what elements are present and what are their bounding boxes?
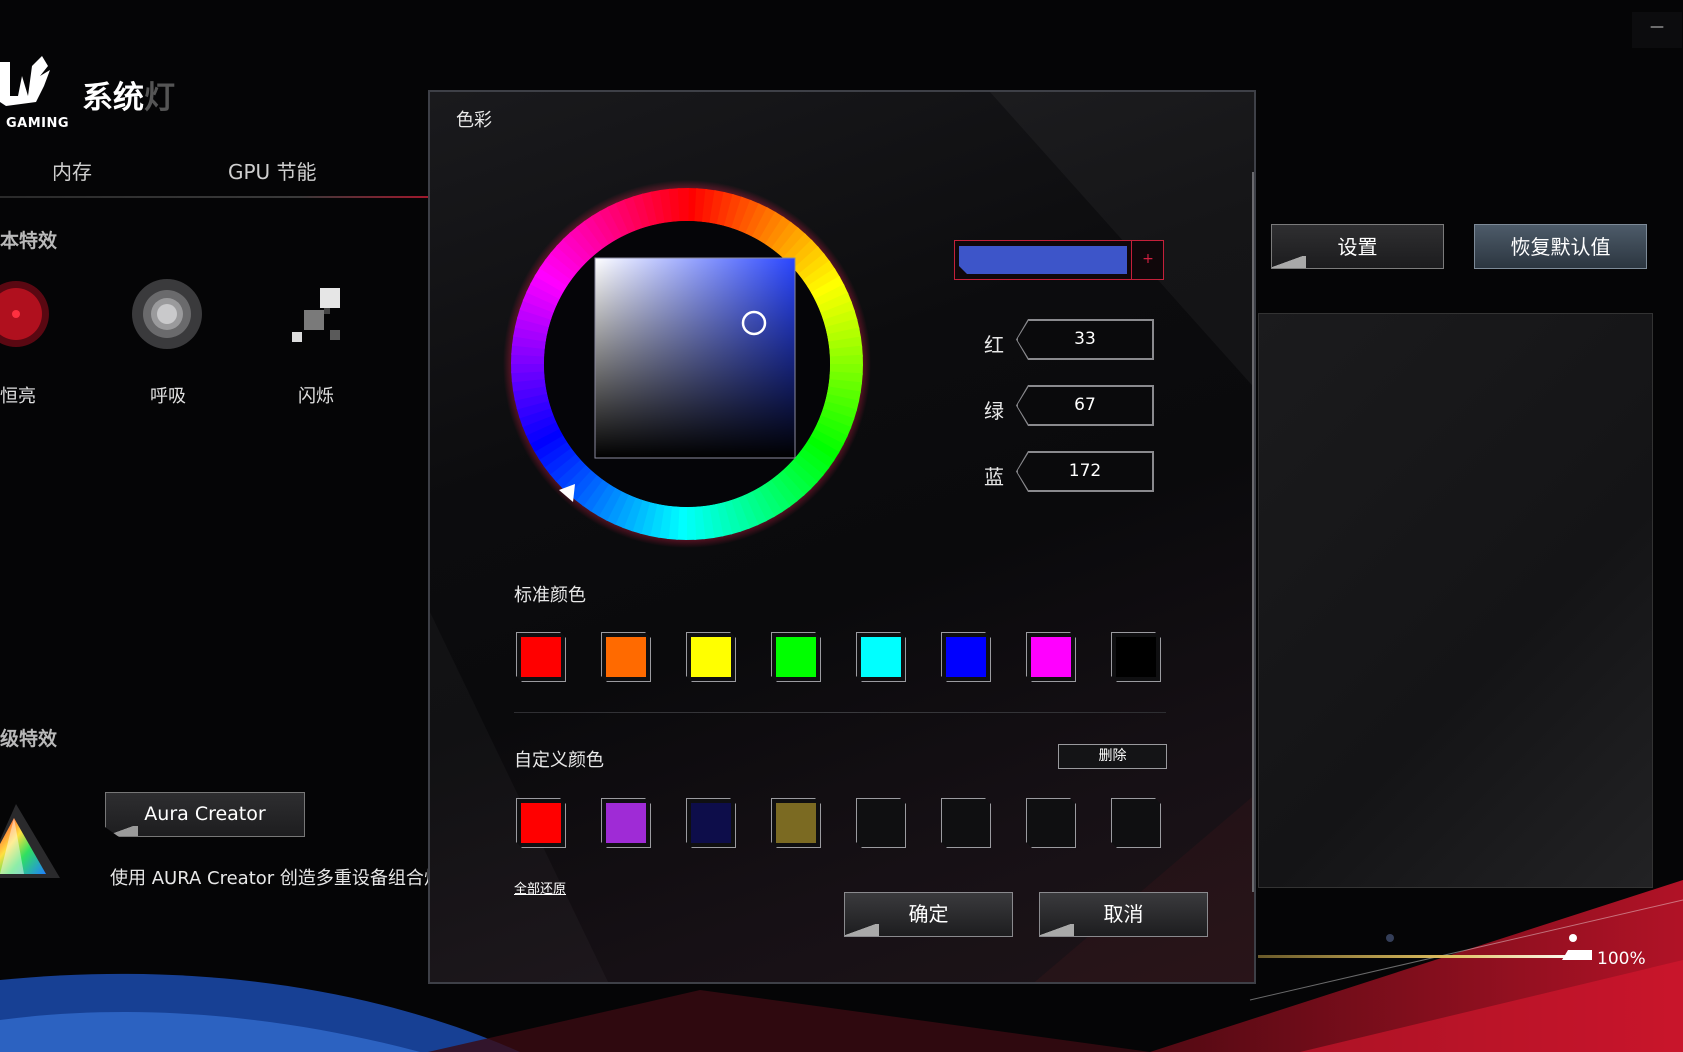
custom-color-swatch[interactable] xyxy=(516,798,566,848)
green-field[interactable]: 67 xyxy=(1017,386,1153,425)
red-field[interactable]: 33 xyxy=(1017,320,1153,359)
aura-creator-button[interactable]: Aura Creator xyxy=(105,792,305,837)
brightness-slider-track[interactable] xyxy=(1258,955,1580,958)
add-custom-color-button[interactable]: + xyxy=(1131,241,1164,279)
standard-color-swatch[interactable] xyxy=(1111,632,1161,682)
standard-color-swatch-color xyxy=(946,637,986,677)
effect-label-static: 恒亮 xyxy=(0,386,36,407)
standard-color-swatch[interactable] xyxy=(771,632,821,682)
section-divider xyxy=(514,712,1166,713)
custom-color-swatch-color xyxy=(776,803,816,843)
brightness-value: 100% xyxy=(1597,949,1646,969)
dialog-scrollbar[interactable] xyxy=(1252,172,1254,892)
saturation-square[interactable] xyxy=(594,257,796,459)
tab-divider xyxy=(0,196,428,198)
custom-color-swatch[interactable] xyxy=(941,798,991,848)
delete-button[interactable]: 删除 xyxy=(1058,744,1167,769)
standard-color-swatch-color xyxy=(1031,637,1071,677)
standard-color-swatch[interactable] xyxy=(686,632,736,682)
breathing-icon[interactable] xyxy=(130,278,204,352)
custom-color-swatch[interactable] xyxy=(856,798,906,848)
flash-icon[interactable] xyxy=(288,286,344,346)
aura-prism-icon xyxy=(0,804,60,878)
hue-segment xyxy=(677,188,689,222)
cancel-button[interactable]: 取消 xyxy=(1039,892,1208,937)
custom-colors-label: 自定义颜色 xyxy=(514,750,604,771)
color-wheel[interactable] xyxy=(503,180,871,548)
blue-field[interactable]: 172 xyxy=(1017,452,1153,491)
ok-button[interactable]: 确定 xyxy=(844,892,1013,937)
static-icon[interactable] xyxy=(0,278,52,350)
page-title: 系统灯 xyxy=(82,80,175,116)
tab-gpu-power-saving[interactable]: GPU 节能 xyxy=(228,156,317,185)
minimize-button[interactable]: — xyxy=(1632,12,1682,48)
color-preview: + xyxy=(954,240,1164,280)
blue-label: 蓝 xyxy=(984,465,1004,489)
standard-color-swatch-color xyxy=(606,637,646,677)
settings-button[interactable]: 设置 xyxy=(1271,224,1444,269)
custom-color-swatch[interactable] xyxy=(1111,798,1161,848)
standard-color-swatch[interactable] xyxy=(1026,632,1076,682)
dialog-title: 色彩 xyxy=(456,110,492,131)
custom-color-swatch[interactable] xyxy=(771,798,821,848)
selected-color-swatch xyxy=(959,246,1127,274)
tab-memory[interactable]: 内存 xyxy=(52,156,92,185)
restore-all-link[interactable]: 全部还原 xyxy=(514,878,566,897)
aura-description: 使用 AURA Creator 创造多重设备组合灯效 xyxy=(110,868,460,889)
restore-defaults-button[interactable]: 恢复默认值 xyxy=(1474,224,1647,269)
standard-color-swatch-color xyxy=(1116,637,1156,677)
custom-color-swatch-color xyxy=(691,803,731,843)
standard-color-swatch[interactable] xyxy=(516,632,566,682)
standard-color-swatch-color xyxy=(521,637,561,677)
effect-label-breathing: 呼吸 xyxy=(150,386,186,407)
effect-label-flash: 闪烁 xyxy=(298,386,334,407)
advanced-effects-heading: 级特效 xyxy=(0,728,58,750)
standard-color-swatch[interactable] xyxy=(856,632,906,682)
green-label: 绿 xyxy=(984,399,1004,423)
red-label: 红 xyxy=(984,333,1004,357)
basic-effects-heading: 本特效 xyxy=(0,230,58,252)
slider-marker-active xyxy=(1569,934,1577,942)
custom-color-swatch-color xyxy=(521,803,561,843)
slider-marker xyxy=(1386,934,1394,942)
standard-colors-label: 标准颜色 xyxy=(514,585,586,606)
standard-color-swatch-color xyxy=(861,637,901,677)
standard-color-swatch-color xyxy=(776,637,816,677)
tuf-logo-icon xyxy=(0,56,50,106)
standard-color-swatch[interactable] xyxy=(941,632,991,682)
logo-text: GAMING xyxy=(6,116,70,131)
custom-color-swatch[interactable] xyxy=(601,798,651,848)
color-dialog: 色彩 + 红 33 绿 67 蓝 172 标准颜色 自定义颜色 删除 全部还原 … xyxy=(428,90,1256,984)
preview-panel xyxy=(1258,313,1653,888)
custom-color-swatch-color xyxy=(606,803,646,843)
standard-color-swatch-color xyxy=(691,637,731,677)
brightness-slider-handle[interactable] xyxy=(1562,950,1592,960)
standard-color-swatch[interactable] xyxy=(601,632,651,682)
custom-color-swatch[interactable] xyxy=(1026,798,1076,848)
custom-color-swatch[interactable] xyxy=(686,798,736,848)
